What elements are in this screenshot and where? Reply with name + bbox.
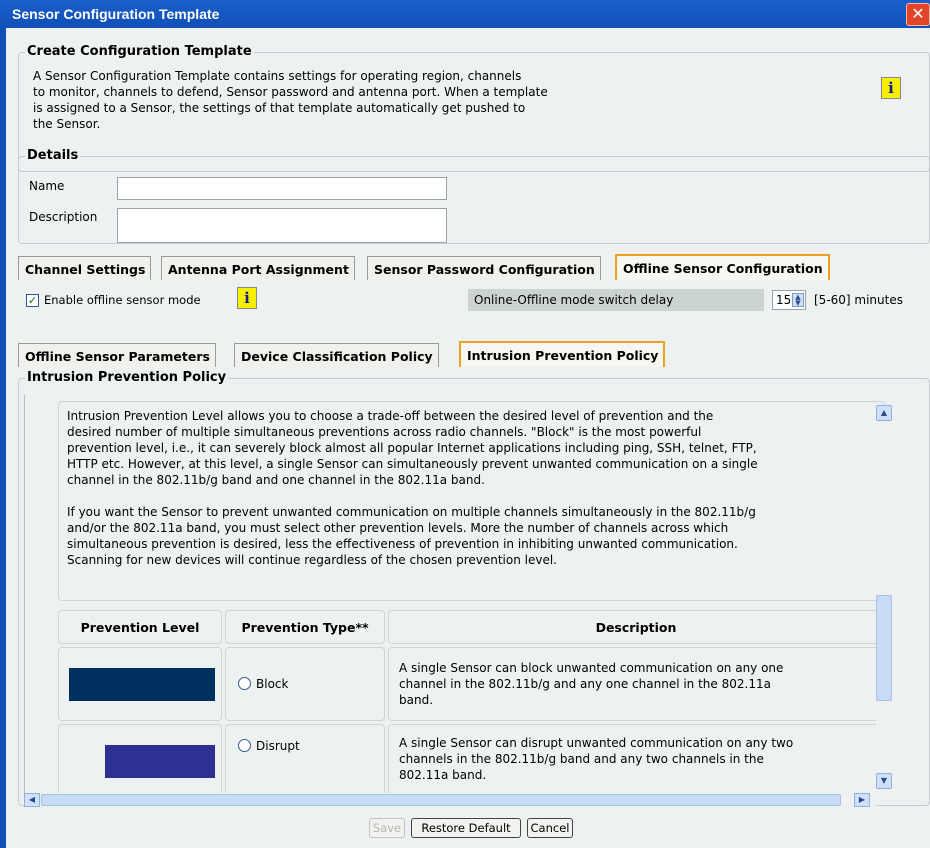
- enable-offline-label: Enable offline sensor mode: [44, 293, 201, 307]
- table-row: Block A single Sensor can block unwanted…: [58, 647, 884, 721]
- description-label: Description: [29, 210, 98, 224]
- prevention-type-cell: Disrupt: [225, 724, 385, 795]
- enable-offline-checkbox[interactable]: ✓: [26, 294, 39, 307]
- restore-default-button[interactable]: Restore Default: [411, 818, 521, 838]
- desc-line: A single Sensor can block unwanted commu…: [399, 661, 784, 675]
- save-button[interactable]: Save: [369, 818, 405, 838]
- chevron-left-icon: ◀: [28, 795, 36, 804]
- ipp-line: If you want the Sensor to prevent unwant…: [67, 505, 756, 519]
- desc-line: A single Sensor can disrupt unwanted com…: [399, 736, 794, 750]
- desc-line: channels in the 802.11b/g band and any t…: [399, 752, 764, 766]
- title-bar: Sensor Configuration Template ✕: [0, 0, 930, 28]
- delay-spinner[interactable]: 15 ▲ ▼: [772, 290, 806, 310]
- create-template-group: Create Configuration Template A Sensor C…: [18, 44, 930, 172]
- info-icon[interactable]: i: [881, 77, 901, 99]
- ipp-line: Intrusion Prevention Level allows you to…: [67, 409, 714, 423]
- scroll-up-button[interactable]: ▲: [876, 405, 892, 421]
- ipp-line: prevention level, i.e., it can severely …: [67, 441, 757, 455]
- description-cell: A single Sensor can disrupt unwanted com…: [388, 724, 884, 795]
- block-radio[interactable]: [238, 677, 251, 690]
- chevron-down-icon: ▼: [880, 776, 888, 785]
- delay-label: Online-Offline mode switch delay: [474, 293, 674, 307]
- description-cell: A single Sensor can block unwanted commu…: [388, 647, 884, 721]
- tab-offline-sensor-configuration[interactable]: Offline Sensor Configuration: [615, 254, 830, 280]
- delay-range: [5-60] minutes: [814, 293, 903, 307]
- ipp-text-box: Intrusion Prevention Level allows you to…: [58, 401, 885, 601]
- cancel-button[interactable]: Cancel: [527, 818, 573, 838]
- intrusion-prevention-legend: Intrusion Prevention Policy: [25, 370, 229, 385]
- description-line: is assigned to a Sensor, the settings of…: [33, 101, 526, 115]
- ipp-paragraph: Intrusion Prevention Level allows you to…: [67, 408, 884, 488]
- main-tab-bar: Channel Settings Antenna Port Assignment…: [18, 254, 930, 280]
- desc-line: 802.11a band.: [399, 768, 487, 782]
- close-icon: ✕: [911, 4, 925, 23]
- description-line: to monitor, channels to defend, Sensor p…: [33, 85, 548, 99]
- delay-value: 15: [776, 293, 792, 307]
- desc-line: channel in the 802.11b/g and any one cha…: [399, 677, 771, 691]
- scroll-down-button[interactable]: ▼: [876, 773, 892, 789]
- delay-label-box: Online-Offline mode switch delay: [468, 289, 764, 311]
- info-icon[interactable]: i: [237, 287, 257, 309]
- ipp-line: HTTP etc. However, at this level, a sing…: [67, 457, 758, 471]
- name-label: Name: [29, 179, 65, 193]
- description-line: the Sensor.: [33, 117, 101, 131]
- ipp-line: channel in the 802.11b/g band and one ch…: [67, 473, 485, 487]
- ipp-scroll-area[interactable]: Intrusion Prevention Level allows you to…: [24, 395, 890, 795]
- table-header-row: Prevention Level Prevention Type** Descr…: [58, 610, 884, 644]
- tab-device-classification-policy[interactable]: Device Classification Policy: [234, 343, 439, 367]
- chevron-right-icon: ▶: [858, 795, 866, 804]
- scroll-thumb[interactable]: [876, 595, 892, 701]
- prevention-level-bar: [105, 745, 215, 778]
- scroll-right-button[interactable]: ▶: [854, 793, 870, 807]
- horizontal-scrollbar[interactable]: ◀ ▶: [24, 793, 876, 807]
- prevention-table: Prevention Level Prevention Type** Descr…: [55, 607, 887, 795]
- vertical-scrollbar[interactable]: ▲ ▼: [876, 405, 892, 799]
- sub-tab-bar: Offline Sensor Parameters Device Classif…: [18, 341, 930, 367]
- intrusion-prevention-group: Intrusion Prevention Policy Intrusion Pr…: [18, 370, 930, 807]
- ipp-line: and/or the 802.11a band, you must select…: [67, 521, 729, 535]
- create-template-description: A Sensor Configuration Template contains…: [33, 68, 548, 132]
- spinner-arrows-icon[interactable]: ▲ ▼: [792, 293, 804, 307]
- tab-antenna-port-assignment[interactable]: Antenna Port Assignment: [161, 256, 355, 280]
- disrupt-radio[interactable]: [238, 739, 251, 752]
- prevention-type-label: Disrupt: [256, 739, 300, 753]
- desc-line: band.: [399, 693, 434, 707]
- table-row: Disrupt A single Sensor can disrupt unwa…: [58, 724, 884, 795]
- column-header: Prevention Level: [58, 610, 222, 644]
- description-line: A Sensor Configuration Template contains…: [33, 69, 522, 83]
- prevention-level-bar: [69, 668, 215, 701]
- create-template-legend: Create Configuration Template: [25, 44, 254, 59]
- details-group: Details Name Description: [18, 148, 930, 244]
- checkmark-icon: ✓: [27, 294, 38, 307]
- scroll-left-button[interactable]: ◀: [24, 793, 40, 807]
- ipp-paragraph: If you want the Sensor to prevent unwant…: [67, 504, 884, 568]
- ipp-line: desired number of multiple simultaneous …: [67, 425, 702, 439]
- close-button[interactable]: ✕: [906, 3, 930, 26]
- chevron-up-icon: ▲: [880, 408, 888, 417]
- tab-sensor-password-configuration[interactable]: Sensor Password Configuration: [367, 256, 601, 280]
- tab-intrusion-prevention-policy[interactable]: Intrusion Prevention Policy: [459, 341, 666, 367]
- prevention-type-cell: Block: [225, 647, 385, 721]
- prevention-level-cell: [58, 647, 222, 721]
- description-input[interactable]: [117, 208, 447, 243]
- prevention-type-label: Block: [256, 677, 289, 691]
- tab-offline-sensor-parameters[interactable]: Offline Sensor Parameters: [18, 343, 216, 367]
- dialog-body: Create Configuration Template A Sensor C…: [0, 28, 930, 848]
- window-title: Sensor Configuration Template: [12, 6, 220, 22]
- ipp-line: simultaneous prevention is desired, less…: [67, 537, 738, 551]
- name-input[interactable]: [117, 177, 447, 200]
- prevention-level-cell: [58, 724, 222, 795]
- tab-channel-settings[interactable]: Channel Settings: [18, 256, 152, 280]
- scroll-thumb[interactable]: [41, 794, 841, 806]
- ipp-line: Scanning for new devices will continue r…: [67, 553, 557, 567]
- column-header: Description: [388, 610, 884, 644]
- details-legend: Details: [25, 148, 81, 163]
- column-header: Prevention Type**: [225, 610, 385, 644]
